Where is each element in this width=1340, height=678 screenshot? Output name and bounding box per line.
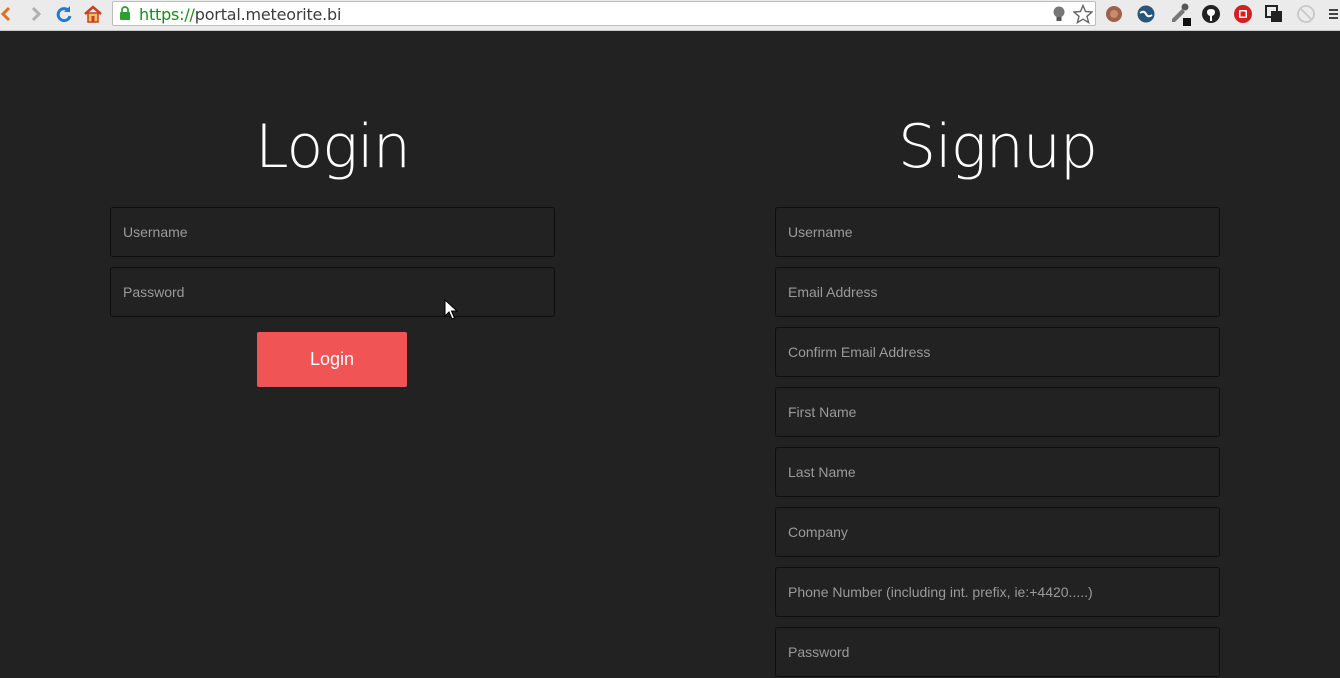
signup-password-input[interactable]: Password: [775, 627, 1220, 677]
eyedropper-extension-icon[interactable]: [1168, 2, 1192, 26]
signup-title: Signup: [898, 112, 1098, 182]
signup-last-name-input[interactable]: Last Name: [775, 447, 1220, 497]
browser-toolbar: https://portal.meteorite.bi: [0, 0, 1340, 31]
forward-icon[interactable]: [24, 2, 48, 26]
url-text: https://portal.meteorite.bi: [139, 5, 341, 24]
signup-phone-input[interactable]: Phone Number (including int. prefix, ie:…: [775, 567, 1220, 617]
signup-company-input[interactable]: Company: [775, 507, 1220, 557]
signup-confirm-email-input[interactable]: Confirm Email Address: [775, 327, 1220, 377]
star-icon[interactable]: [1072, 3, 1094, 29]
reload-icon[interactable]: [52, 2, 76, 26]
url-scheme: https://: [139, 5, 195, 24]
blocked-extension-icon[interactable]: [1294, 2, 1318, 26]
mouse-cursor-icon: [444, 298, 459, 326]
login-password-input[interactable]: Password: [110, 267, 555, 317]
menu-icon[interactable]: [1326, 2, 1340, 26]
github-icon[interactable]: [1199, 2, 1223, 26]
address-bar[interactable]: https://portal.meteorite.bi: [112, 1, 1096, 26]
url-host: portal.meteorite.bi: [194, 5, 342, 24]
lock-icon: [119, 6, 131, 26]
stop-extension-icon[interactable]: [1231, 2, 1255, 26]
login-button[interactable]: Login: [257, 332, 407, 387]
back-icon[interactable]: [0, 2, 18, 26]
windows-extension-icon[interactable]: [1262, 2, 1286, 26]
home-icon[interactable]: [81, 2, 105, 26]
login-username-input[interactable]: Username: [110, 207, 555, 257]
bulb-icon[interactable]: [1051, 5, 1067, 28]
signup-first-name-input[interactable]: First Name: [775, 387, 1220, 437]
coconut-extension-icon[interactable]: [1102, 2, 1126, 26]
signup-username-input[interactable]: Username: [775, 207, 1220, 257]
signup-email-input[interactable]: Email Address: [775, 267, 1220, 317]
login-title: Login: [255, 112, 411, 182]
globe-extension-icon[interactable]: [1134, 2, 1158, 26]
